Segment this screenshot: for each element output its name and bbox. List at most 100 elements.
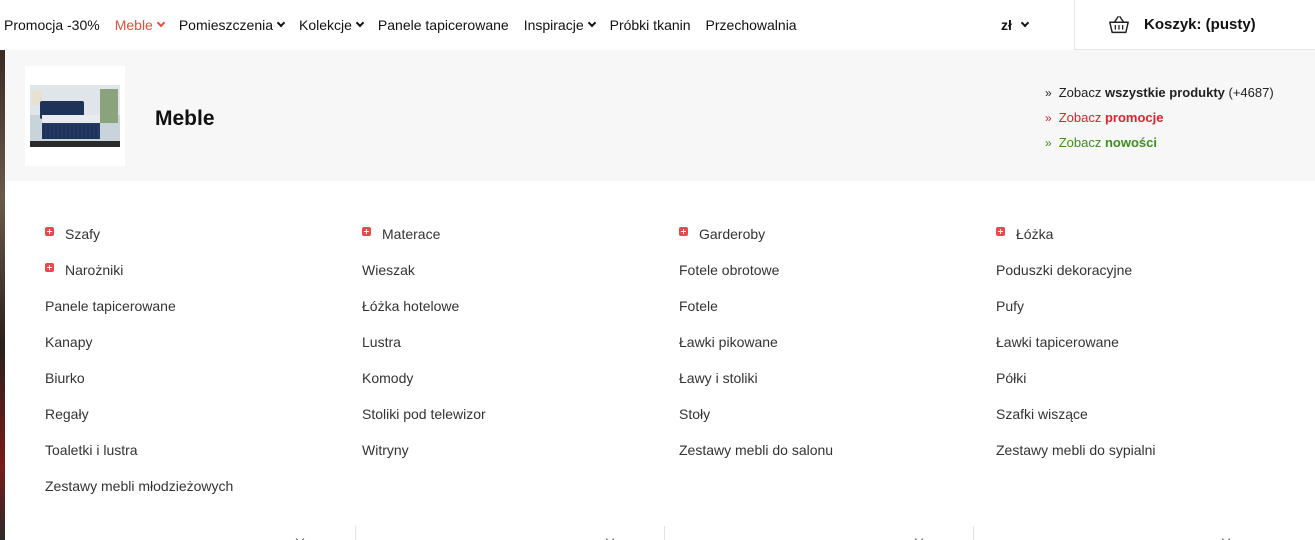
category-link-lawy-i-stoliki[interactable]: Ławy i stoliki <box>679 360 996 396</box>
category-link-witryny[interactable]: Witryny <box>362 432 679 468</box>
category-label: Garderoby <box>699 226 766 242</box>
category-label: Pufy <box>996 298 1025 314</box>
category-label: Fotele <box>679 298 718 314</box>
category-column: Szafy Narożniki Panele tapicerowane Kanapy B… <box>45 216 362 504</box>
see-link-nowosci[interactable]: » Zobacz nowości <box>1045 130 1274 155</box>
category-link-materace[interactable]: Materace <box>362 216 679 252</box>
mega-menu-header: Meble » Zobacz wszystkie produkty (+4687)… <box>5 50 1315 181</box>
category-link-regaly[interactable]: Regały <box>45 396 362 432</box>
category-link-stoly[interactable]: Stoły <box>679 396 996 432</box>
cart-label: Koszyk: (pusty) <box>1144 16 1256 33</box>
see-link-prefix: Zobacz <box>1058 135 1102 150</box>
nav-item-przechowalnia[interactable]: Przechowalnia <box>706 17 797 33</box>
currency-label: zł <box>1001 17 1012 33</box>
nav-item-label: Próbki tkanin <box>609 17 691 33</box>
plus-icon[interactable] <box>45 226 54 236</box>
chevron-down-icon[interactable] <box>605 534 615 540</box>
category-label: Półki <box>996 370 1027 386</box>
chevron-down-icon <box>1020 18 1030 28</box>
nav-item-label: Promocja -30% <box>4 17 100 33</box>
category-link-fotele[interactable]: Fotele <box>679 288 996 324</box>
cart-button[interactable]: Koszyk: (pusty) <box>1074 0 1315 50</box>
nav-item-pomieszczenia[interactable]: Pomieszczenia <box>178 17 286 33</box>
category-link-polki[interactable]: Półki <box>996 360 1313 396</box>
nav-item-label: Pomieszczenia <box>178 17 273 33</box>
see-link-emphasis: nowości <box>1104 135 1157 150</box>
column-divider <box>664 526 665 540</box>
plus-icon[interactable] <box>362 226 371 236</box>
category-link-zestawy-mebli-mlodziezowych[interactable]: Zestawy mebli młodzieżowych <box>45 468 362 504</box>
plus-icon[interactable] <box>996 226 1005 236</box>
category-link-szafki-wiszace[interactable]: Szafki wiszące <box>996 396 1313 432</box>
category-label: Łóżka hotelowe <box>362 298 460 314</box>
category-label: Łóżka <box>1016 226 1054 242</box>
category-link-kanapy[interactable]: Kanapy <box>45 324 362 360</box>
category-column: Garderoby Fotele obrotowe Fotele Ławki piko… <box>679 216 996 504</box>
see-link-prefix: Zobacz <box>1058 85 1102 100</box>
see-link-emphasis: wszystkie produkty <box>1104 85 1225 100</box>
double-chevron-right-icon: » <box>1045 85 1052 100</box>
plus-icon[interactable] <box>679 226 688 236</box>
bed-thumbnail <box>30 85 120 147</box>
category-label: Materace <box>382 226 441 242</box>
category-column: Materace Wieszak Łóżka hotelowe Lustra Komod… <box>362 216 679 504</box>
column-divider <box>973 526 974 540</box>
category-link-narozniki[interactable]: Narożniki <box>45 252 362 288</box>
category-link-toaletki-i-lustra[interactable]: Toaletki i lustra <box>45 432 362 468</box>
chevron-down-icon[interactable] <box>914 534 924 540</box>
category-label: Szafy <box>65 226 101 242</box>
category-link-pufy[interactable]: Pufy <box>996 288 1313 324</box>
category-label: Zestawy mebli młodzieżowych <box>45 478 234 494</box>
category-link-lawki-tapicerowane[interactable]: Ławki tapicerowane <box>996 324 1313 360</box>
category-label: Toaletki i lustra <box>45 442 138 458</box>
category-link-zestawy-mebli-do-sypialni[interactable]: Zestawy mebli do sypialni <box>996 432 1313 468</box>
category-link-lawki-pikowane[interactable]: Ławki pikowane <box>679 324 996 360</box>
category-label: Wieszak <box>362 262 415 278</box>
category-link-komody[interactable]: Komody <box>362 360 679 396</box>
category-label: Witryny <box>362 442 409 458</box>
category-thumbnail[interactable] <box>25 66 125 166</box>
category-link-szafy[interactable]: Szafy <box>45 216 362 252</box>
next-section-edge <box>5 526 1315 540</box>
nav-item-probki-tkanin[interactable]: Próbki tkanin <box>610 17 691 33</box>
chevron-down-icon[interactable] <box>295 534 305 540</box>
category-link-fotele-obrotowe[interactable]: Fotele obrotowe <box>679 252 996 288</box>
see-link-count: (+4687) <box>1228 85 1274 100</box>
nav-item-panele-tapicerowane[interactable]: Panele tapicerowane <box>378 17 509 33</box>
category-link-lozka[interactable]: Łóżka <box>996 216 1313 252</box>
category-label: Zestawy mebli do salonu <box>679 442 834 458</box>
currency-selector[interactable]: zł <box>1001 0 1030 50</box>
chevron-down-icon <box>355 18 365 28</box>
category-link-zestawy-mebli-do-salonu[interactable]: Zestawy mebli do salonu <box>679 432 996 468</box>
category-label: Kanapy <box>45 334 93 350</box>
category-link-lozka-hotelowe[interactable]: Łóżka hotelowe <box>362 288 679 324</box>
category-link-garderoby[interactable]: Garderoby <box>679 216 996 252</box>
category-link-wieszak[interactable]: Wieszak <box>362 252 679 288</box>
category-label: Poduszki dekoracyjne <box>996 262 1133 278</box>
category-label: Panele tapicerowane <box>45 298 176 314</box>
double-chevron-right-icon: » <box>1045 135 1052 150</box>
nav-item-inspiracje[interactable]: Inspiracje <box>524 17 596 33</box>
main-menu: Promocja -30% Meble Pomieszczenia Kolekcje P… <box>4 0 797 50</box>
category-link-poduszki-dekoracyjne[interactable]: Poduszki dekoracyjne <box>996 252 1313 288</box>
category-columns: Szafy Narożniki Panele tapicerowane Kanapy B… <box>45 216 1313 504</box>
category-label: Narożniki <box>65 262 124 278</box>
category-link-panele-tapicerowane[interactable]: Panele tapicerowane <box>45 288 362 324</box>
chevron-down-icon[interactable] <box>1221 534 1231 540</box>
nav-item-label: Meble <box>114 17 153 33</box>
chevron-down-icon <box>587 18 596 28</box>
category-label: Szafki wiszące <box>996 406 1088 422</box>
category-column: Łóżka Poduszki dekoracyjne Pufy Ławki tapic… <box>996 216 1313 504</box>
nav-item-promocja-30[interactable]: Promocja -30% <box>4 17 100 33</box>
category-link-stoliki-pod-telewizor[interactable]: Stoliki pod telewizor <box>362 396 679 432</box>
plus-icon[interactable] <box>45 262 54 272</box>
category-label: Ławki tapicerowane <box>996 334 1119 350</box>
category-label: Fotele obrotowe <box>679 262 780 278</box>
nav-item-meble[interactable]: Meble <box>114 17 166 33</box>
see-link-promocje[interactable]: » Zobacz promocje <box>1045 105 1274 130</box>
category-link-biurko[interactable]: Biurko <box>45 360 362 396</box>
see-link-prefix: Zobacz <box>1058 110 1102 125</box>
category-link-lustra[interactable]: Lustra <box>362 324 679 360</box>
nav-item-kolekcje[interactable]: Kolekcje <box>299 17 365 33</box>
see-link-wszystkie-produkty[interactable]: » Zobacz wszystkie produkty (+4687) <box>1045 80 1274 105</box>
